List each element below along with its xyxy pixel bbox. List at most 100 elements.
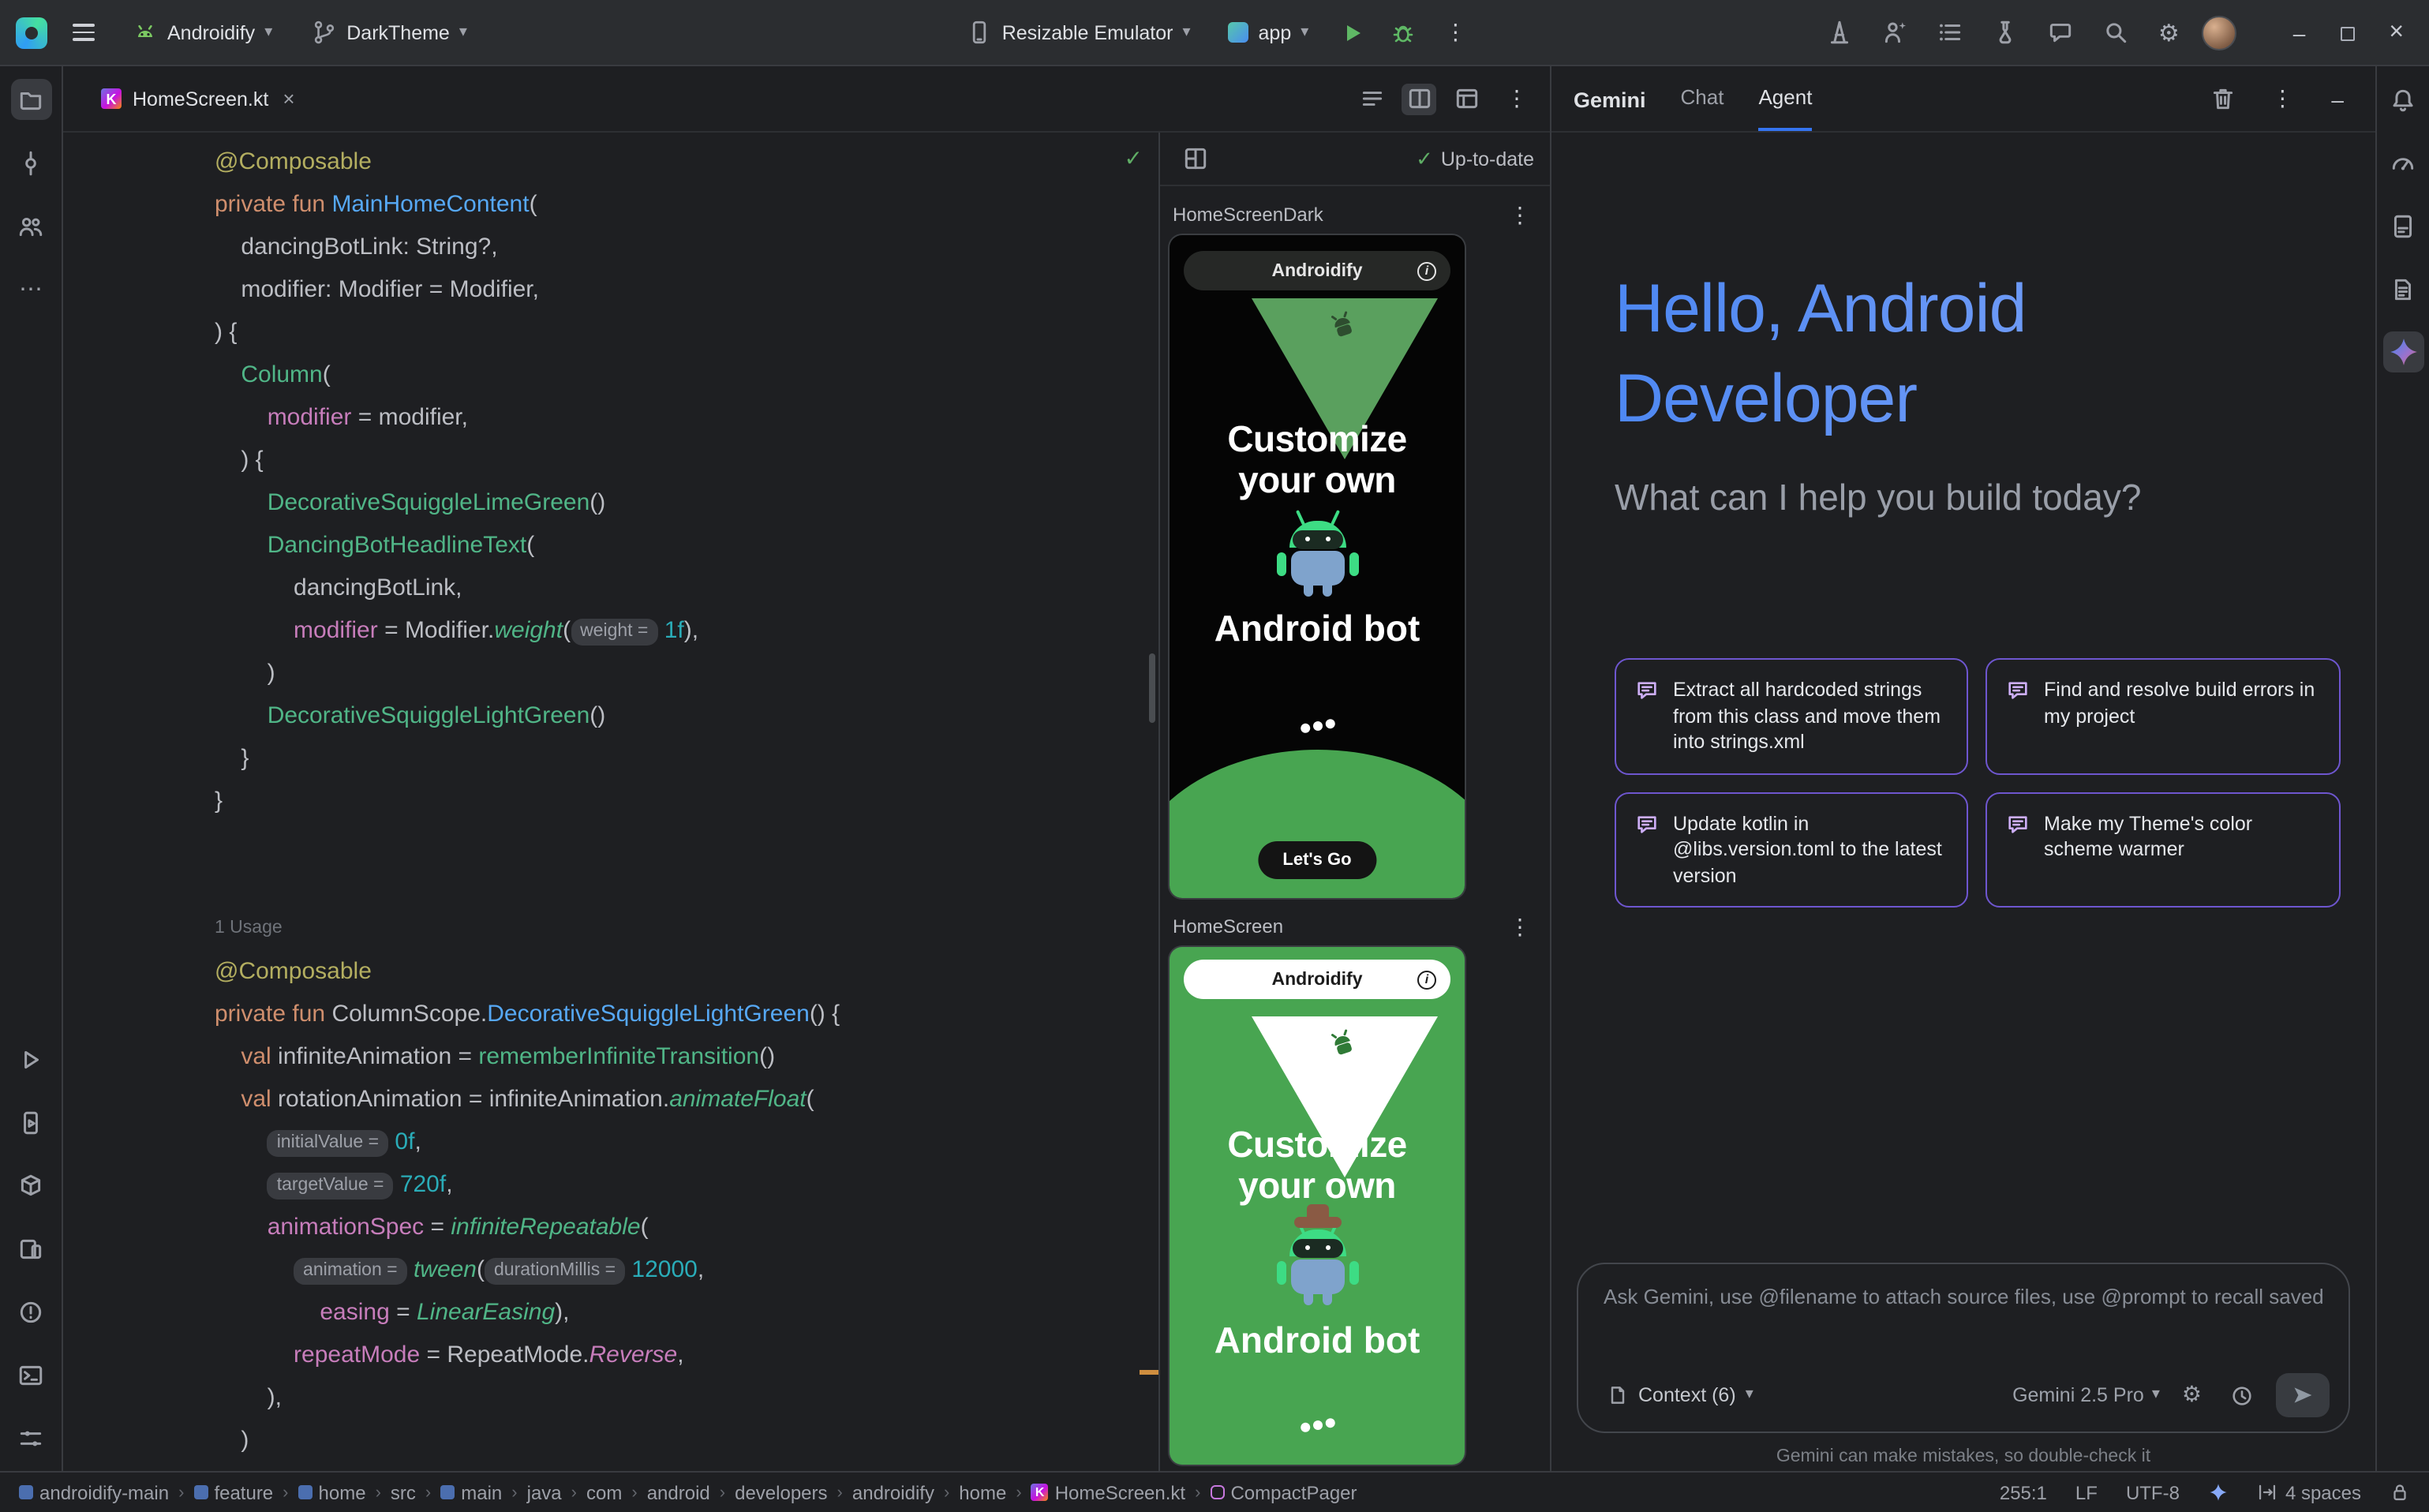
breadcrumb-item[interactable]: src	[391, 1481, 416, 1503]
comments-button[interactable]	[2042, 13, 2081, 52]
indent-setting[interactable]: 4 spaces	[2257, 1481, 2361, 1503]
send-button[interactable]	[2276, 1373, 2330, 1417]
breadcrumb-item[interactable]: home	[959, 1481, 1006, 1503]
settings-button[interactable]: ⚙	[2152, 12, 2186, 53]
breadcrumb-item[interactable]: androidify	[852, 1481, 934, 1503]
breadcrumb-item[interactable]: CompactPager	[1210, 1481, 1357, 1503]
gemini-assist-button[interactable]	[1876, 13, 1915, 52]
code-line[interactable]: ),	[215, 1376, 1158, 1419]
run-config-selector[interactable]: app ▾	[1216, 15, 1322, 50]
code-line[interactable]: )	[215, 652, 1158, 694]
code-editor[interactable]: @Composableprivate fun MainHomeContent( …	[63, 133, 1158, 1471]
design-view-button[interactable]	[1449, 83, 1484, 114]
code-line[interactable]: targetValue = 720f,	[215, 1163, 1158, 1206]
preview-more-button[interactable]: ⋮	[1499, 910, 1540, 943]
breadcrumb-item[interactable]: main	[440, 1481, 502, 1503]
gemini-more-button[interactable]: ⋮	[2262, 82, 2303, 115]
branch-selector[interactable]: DarkTheme ▾	[298, 13, 480, 52]
breadcrumb-item[interactable]: android	[647, 1481, 710, 1503]
tool-profiler[interactable]	[2382, 142, 2423, 183]
code-view-button[interactable]	[1354, 83, 1389, 114]
code-line[interactable]: Column(	[215, 354, 1158, 396]
tool-more[interactable]: ⋯	[10, 268, 51, 309]
code-line[interactable]: dancingBotLink,	[215, 567, 1158, 609]
breadcrumb-item[interactable]: developers	[735, 1481, 827, 1503]
code-line[interactable]: }	[215, 737, 1158, 780]
tool-pull-requests[interactable]	[10, 205, 51, 246]
preview-more-button[interactable]: ⋮	[1499, 198, 1540, 231]
gemini-input[interactable]	[1600, 1283, 2326, 1310]
suggestion-card-kotlin-update[interactable]: Update kotlin in @libs.version.toml to t…	[1615, 792, 1968, 908]
tool-vcs[interactable]	[10, 1417, 51, 1458]
code-line[interactable]: animationSpec = infiniteRepeatable(	[215, 1206, 1158, 1248]
preview-phone-dark[interactable]: Androidify i Customize your own	[1170, 235, 1465, 898]
code-line[interactable]: DancingBotHeadlineText(	[215, 524, 1158, 567]
code-line[interactable]: dancingBotLink: String?,	[215, 226, 1158, 268]
tool-device-explorer[interactable]	[2382, 205, 2423, 246]
code-line[interactable]: DecorativeSquiggleLimeGreen()	[215, 481, 1158, 524]
search-everywhere-button[interactable]	[2097, 13, 2136, 52]
tool-device-manager[interactable]	[10, 1228, 51, 1269]
warning-stripe-mark[interactable]	[1140, 1370, 1158, 1375]
tool-gemini[interactable]	[2382, 331, 2423, 372]
code-line[interactable]: @Composable	[215, 140, 1158, 183]
history-button[interactable]	[2224, 1377, 2260, 1413]
code-line[interactable]: @Composable	[215, 950, 1158, 993]
tab-close-button[interactable]: ×	[279, 87, 298, 110]
line-separator[interactable]: LF	[2075, 1481, 2098, 1503]
gemini-input-box[interactable]: Context (6) ▾ Gemini 2.5 Pro ▾ ⚙	[1577, 1263, 2350, 1433]
clear-chat-button[interactable]	[2203, 79, 2243, 118]
run-more-button[interactable]: ⋮	[1435, 16, 1476, 49]
breadcrumb-item[interactable]: java	[527, 1481, 562, 1503]
avatar[interactable]	[2202, 15, 2236, 50]
tab-chat[interactable]: Chat	[1681, 85, 1724, 131]
readonly-toggle[interactable]	[2390, 1482, 2410, 1503]
code-line[interactable]: private fun ColumnScope.DecorativeSquigg…	[215, 993, 1158, 1035]
suggestion-card-theme[interactable]: Make my Theme's color scheme warmer	[1985, 792, 2341, 908]
code-line[interactable]	[215, 865, 1158, 908]
code-line[interactable]: animation = tween(durationMillis = 12000…	[215, 1248, 1158, 1291]
code-line[interactable]: initialValue = 0f,	[215, 1121, 1158, 1163]
code-line[interactable]: 1 Usage	[215, 908, 1158, 950]
code-line[interactable]: DecorativeSquiggleLightGreen()	[215, 694, 1158, 737]
split-view-button[interactable]	[1402, 83, 1436, 114]
tool-notifications[interactable]	[2382, 79, 2423, 120]
run-button[interactable]	[1334, 13, 1372, 51]
code-line[interactable]: )	[215, 1419, 1158, 1461]
code-line[interactable]: val infiniteAnimation = rememberInfinite…	[215, 1035, 1158, 1078]
code-line[interactable]: private fun MainHomeContent(	[215, 183, 1158, 226]
code-line[interactable]: ) {	[215, 311, 1158, 354]
close-button[interactable]: ×	[2379, 15, 2413, 50]
lets-go-button[interactable]: Let's Go	[1257, 841, 1376, 879]
breadcrumb-item[interactable]: feature	[193, 1481, 273, 1503]
code-line[interactable]	[215, 822, 1158, 865]
breadcrumb-item[interactable]: home	[298, 1481, 366, 1503]
preview-phone-light[interactable]: Androidify i Customize your own	[1170, 947, 1465, 1465]
suggestion-card-build-errors[interactable]: Find and resolve build errors in my proj…	[1985, 658, 2341, 774]
profiler-button[interactable]	[1821, 13, 1860, 52]
todo-list-button[interactable]	[1931, 13, 1971, 52]
breadcrumb-item[interactable]: com	[586, 1481, 622, 1503]
device-selector[interactable]: Resizable Emulator ▾	[953, 13, 1203, 52]
context-button[interactable]: Context (6) ▾	[1597, 1378, 1763, 1413]
tool-run[interactable]	[10, 1039, 51, 1080]
tool-problems[interactable]	[10, 1291, 51, 1332]
tool-project[interactable]	[10, 79, 51, 120]
code-line[interactable]: }	[215, 780, 1158, 822]
main-menu-button[interactable]	[60, 11, 107, 54]
tool-commit[interactable]	[10, 142, 51, 183]
editor-scrollbar[interactable]	[1149, 653, 1155, 723]
code-line[interactable]: easing = LinearEasing),	[215, 1291, 1158, 1334]
code-line[interactable]: modifier = modifier,	[215, 396, 1158, 439]
tool-running-devices[interactable]	[10, 1102, 51, 1143]
gemini-settings-button[interactable]: ⚙	[2176, 1376, 2208, 1414]
caret-position[interactable]: 255:1	[2000, 1481, 2047, 1503]
build-analyzer-button[interactable]	[1986, 13, 2026, 52]
code-line[interactable]: val rotationAnimation = infiniteAnimatio…	[215, 1078, 1158, 1121]
suggestion-card-strings[interactable]: Extract all hardcoded strings from this …	[1615, 658, 1968, 774]
model-selector[interactable]: Gemini 2.5 Pro ▾	[2012, 1384, 2160, 1406]
hide-panel-button[interactable]: –	[2322, 83, 2353, 114]
code-line[interactable]: ) {	[215, 439, 1158, 481]
debug-button[interactable]	[1384, 13, 1422, 51]
inspection-ok-icon[interactable]: ✓	[1125, 145, 1143, 172]
